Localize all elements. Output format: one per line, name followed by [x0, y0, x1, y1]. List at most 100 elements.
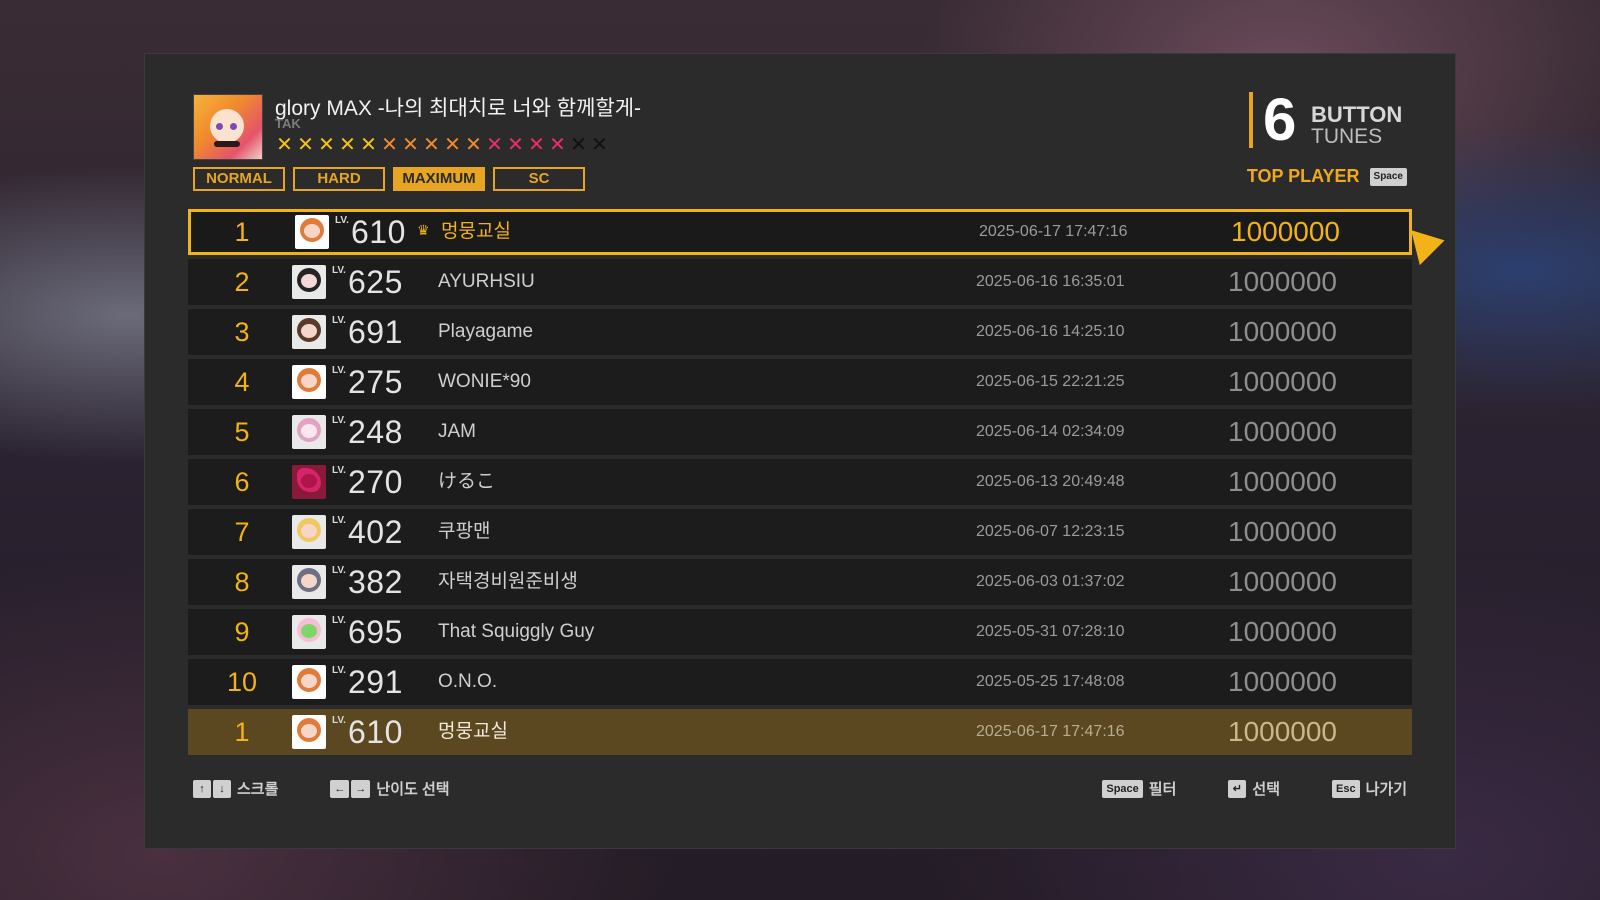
my-record-row: 1 LV. 610 멍뭉교실 2025-06-17 17:47:16 10000… — [188, 709, 1412, 755]
difficulty-select-label: 난이도 선택 — [376, 781, 450, 798]
song-title: glory MAX -나의 최대치로 너와 함께할게- — [275, 97, 642, 120]
player-score: 1000000 — [1228, 466, 1338, 497]
player-level: 695 — [348, 614, 403, 650]
level-prefix: LV. — [332, 565, 346, 576]
footer-hints-right: Space 필터 ↵ 선택 Esc 나가기 — [1102, 778, 1407, 799]
rank-number: 3 — [234, 317, 250, 347]
ranking-row[interactable]: 6 LV. 270 けるこ 2025-06-13 20:49:48 1000000 — [188, 459, 1412, 505]
footer-hints-left: ↑ ↓ 스크롤 ← → 난이도 선택 — [193, 778, 450, 799]
player-score: 1000000 — [1228, 316, 1338, 347]
game-logo: 6 BUTTON TUNES — [1249, 88, 1409, 152]
player-name: 쿠팡맨 — [438, 521, 491, 542]
difficulty-star-icon: ✕ — [570, 132, 587, 156]
song-artist: TAK — [275, 116, 301, 131]
difficulty-star-icon: ✕ — [465, 132, 482, 156]
player-score: 1000000 — [1228, 266, 1338, 297]
rank-number: 8 — [234, 567, 250, 597]
filter-label: 필터 — [1148, 781, 1177, 798]
difficulty-star-icon: ✕ — [591, 132, 608, 156]
player-score: 1000000 — [1228, 666, 1338, 697]
difficulty-tab-maximum[interactable]: MAXIMUM — [393, 167, 485, 191]
my-avatar — [292, 715, 326, 749]
logo-bar — [1249, 92, 1253, 148]
ranking-list: 1 LV. 610 ♛ 멍뭉교실 2025-06-17 17:47:16 1000000 2 L… — [188, 209, 1412, 709]
my-date: 2025-06-17 17:47:16 — [976, 723, 1125, 740]
player-name: JAM — [438, 421, 476, 442]
ranking-row[interactable]: 9 LV. 695 That Squiggly Guy 2025-05-31 07:28… — [188, 609, 1412, 655]
filter-hint[interactable]: Space 필터 — [1102, 778, 1176, 799]
difficulty-stars: ✕ ✕ ✕ ✕ ✕ ✕ ✕ ✕ ✕ ✕ ✕ ✕ ✕ ✕ ✕ ✕ — [275, 134, 609, 156]
player-level: 625 — [348, 264, 403, 300]
record-date: 2025-06-16 16:35:01 — [976, 273, 1125, 290]
select-label: 선택 — [1252, 781, 1281, 798]
my-rank: 1 — [234, 717, 250, 747]
player-name: 자택경비원준비생 — [438, 571, 578, 592]
crown-icon: ♛ — [417, 223, 430, 239]
player-avatar — [292, 665, 326, 699]
ranking-row[interactable]: 4 LV. 275 WONIE*90 2025-06-15 22:21:25 100000… — [188, 359, 1412, 405]
record-date: 2025-06-16 14:25:10 — [976, 323, 1125, 340]
record-date: 2025-06-13 20:49:48 — [976, 473, 1125, 490]
select-hint[interactable]: ↵ 선택 — [1228, 778, 1280, 799]
player-score: 1000000 — [1231, 216, 1341, 247]
level-prefix: LV. — [332, 715, 346, 726]
rank-number: 10 — [226, 667, 258, 697]
difficulty-tab-hard[interactable]: HARD — [293, 167, 385, 191]
difficulty-star-icon: ✕ — [549, 132, 566, 156]
ranking-row[interactable]: 10 LV. 291 O.N.O. 2025-05-25 17:48:08 1000000 — [188, 659, 1412, 705]
player-level: 270 — [348, 464, 403, 500]
difficulty-star-icon: ✕ — [381, 132, 398, 156]
difficulty-star-icon: ✕ — [402, 132, 419, 156]
player-name: O.N.O. — [438, 671, 498, 692]
difficulty-tab-sc[interactable]: SC — [493, 167, 585, 191]
difficulty-tab-normal[interactable]: NORMAL — [193, 167, 285, 191]
ranking-row[interactable]: 1 LV. 610 ♛ 멍뭉교실 2025-06-17 17:47:16 1000000 — [188, 209, 1412, 255]
ranking-row[interactable]: 2 LV. 625 AYURHSIU 2025-06-16 16:35:01 100000… — [188, 259, 1412, 305]
ranking-row[interactable]: 7 LV. 402 쿠팡맨 2025-06-07 12:23:15 1000000 — [188, 509, 1412, 555]
player-level: 610 — [351, 214, 406, 250]
difficulty-star-icon: ✕ — [528, 132, 545, 156]
difficulty-star-icon: ✕ — [360, 132, 377, 156]
player-level: 275 — [348, 364, 403, 400]
player-name: けるこ — [438, 471, 496, 492]
difficulty-star-icon: ✕ — [423, 132, 440, 156]
difficulty-star-icon: ✕ — [444, 132, 461, 156]
exit-hint[interactable]: Esc 나가기 — [1332, 778, 1407, 799]
my-level: 610 — [348, 714, 403, 750]
record-date: 2025-06-07 12:23:15 — [976, 523, 1125, 540]
player-name: Playagame — [438, 321, 534, 342]
record-date: 2025-06-14 02:34:09 — [976, 423, 1125, 440]
rank-number: 7 — [234, 517, 250, 547]
scroll-hint[interactable]: ↑ ↓ 스크롤 — [193, 778, 278, 799]
player-name: WONIE*90 — [438, 371, 531, 392]
player-score: 1000000 — [1228, 416, 1338, 447]
level-prefix: LV. — [332, 365, 346, 376]
space-key-icon: Space — [1102, 779, 1143, 798]
logo-line2: TUNES — [1311, 125, 1383, 148]
level-prefix: LV. — [332, 465, 346, 476]
player-avatar — [292, 615, 326, 649]
logo-number: 6 — [1263, 86, 1297, 153]
level-prefix: LV. — [335, 215, 349, 226]
level-prefix: LV. — [332, 665, 346, 676]
record-date: 2025-06-03 01:37:02 — [976, 573, 1125, 590]
difficulty-star-icon: ✕ — [507, 132, 524, 156]
player-avatar — [292, 515, 326, 549]
rank-number: 1 — [234, 217, 250, 247]
player-level: 382 — [348, 564, 403, 600]
ranking-row[interactable]: 5 LV. 248 JAM 2025-06-14 02:34:09 1000000 — [188, 409, 1412, 455]
up-arrow-icon: ↑ — [193, 779, 211, 798]
exit-label: 나가기 — [1365, 781, 1407, 798]
level-prefix: LV. — [332, 265, 346, 276]
ranking-row[interactable]: 3 LV. 691 Playagame 2025-06-16 14:25:10 10000… — [188, 309, 1412, 355]
player-avatar — [295, 215, 329, 249]
right-arrow-icon: → — [351, 779, 371, 798]
player-level: 402 — [348, 514, 403, 550]
ranking-row[interactable]: 8 LV. 382 자택경비원준비생 2025-06-03 01:37:02 100000… — [188, 559, 1412, 605]
difficulty-star-icon: ✕ — [486, 132, 503, 156]
top-player-toggle[interactable]: TOP PLAYER Space — [1247, 166, 1407, 187]
selection-cursor-icon — [1411, 222, 1449, 266]
player-name: AYURHSIU — [438, 271, 535, 292]
player-avatar — [292, 365, 326, 399]
difficulty-select-hint[interactable]: ← → 난이도 선택 — [330, 778, 450, 799]
